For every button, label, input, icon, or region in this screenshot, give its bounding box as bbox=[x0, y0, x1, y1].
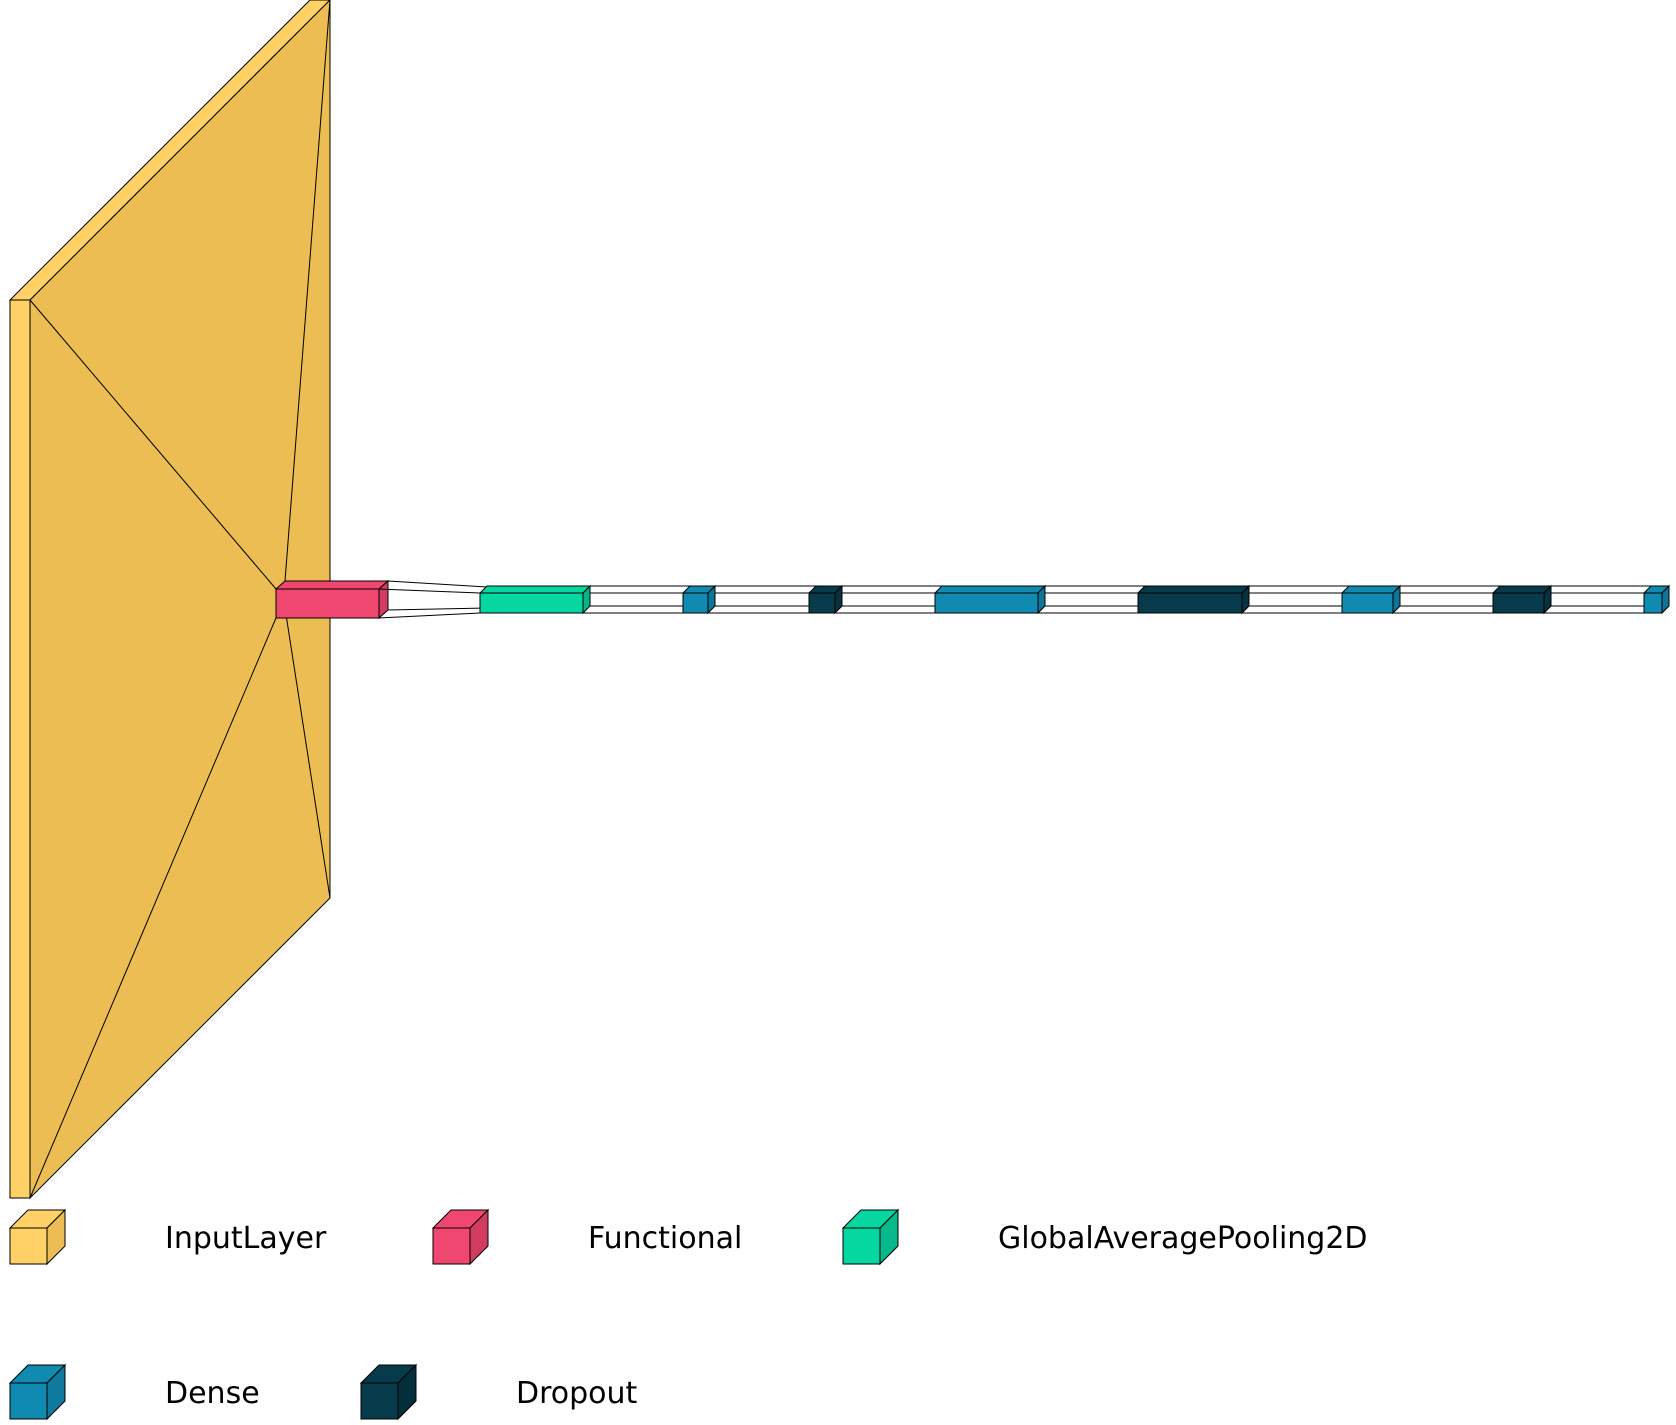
globalaveragepooling2d-front-face bbox=[479, 592, 584, 614]
dropout-top-face bbox=[1136, 585, 1251, 594]
legend: InputLayer Functional GlobalAveragePooli… bbox=[8, 1208, 1368, 1421]
functional-layer-block bbox=[274, 579, 390, 620]
dropout-front-face bbox=[1137, 592, 1243, 614]
dropout-top-face bbox=[1491, 585, 1553, 594]
connector-line bbox=[378, 612, 481, 619]
inputlayer-legend-cube-front bbox=[9, 1227, 48, 1265]
legend-label-dense: Dense bbox=[165, 1376, 260, 1411]
dense-layer-block bbox=[1642, 584, 1671, 615]
layer-chain bbox=[478, 584, 1671, 615]
dense-layer-block bbox=[933, 584, 1047, 615]
connector-line bbox=[387, 580, 488, 588]
legend-item-inputlayer: InputLayer bbox=[8, 1208, 327, 1266]
legend-label-globalaveragepooling2d: GlobalAveragePooling2D bbox=[998, 1221, 1368, 1256]
dropout-front-face bbox=[808, 592, 836, 614]
connector-line bbox=[387, 607, 488, 611]
functional-legend-cube-front bbox=[432, 1227, 471, 1265]
functional-front-face bbox=[275, 588, 380, 619]
legend-label-dropout: Dropout bbox=[516, 1376, 638, 1411]
connector-line bbox=[378, 588, 481, 594]
dense-top-face bbox=[933, 585, 1047, 594]
legend-item-dense: Dense bbox=[8, 1363, 260, 1421]
legend-item-dropout: Dropout bbox=[359, 1363, 638, 1421]
dense-top-face bbox=[1340, 585, 1402, 594]
dense-front-face bbox=[934, 592, 1039, 614]
dropout-layer-block bbox=[1136, 584, 1251, 615]
dropout-legend-cube-front bbox=[360, 1382, 399, 1420]
functional-to-pooling-connectors bbox=[378, 580, 488, 619]
functional-top-face bbox=[274, 580, 390, 590]
legend-item-functional: Functional bbox=[431, 1208, 742, 1266]
globalaveragepooling2d-layer-block bbox=[478, 584, 592, 615]
globalaveragepooling2d-top-face bbox=[478, 585, 592, 594]
legend-item-globalaveragepooling2d: GlobalAveragePooling2D bbox=[841, 1208, 1368, 1266]
legend-label-inputlayer: InputLayer bbox=[165, 1221, 327, 1256]
pooling-legend-cube-front bbox=[842, 1227, 881, 1265]
dense-legend-cube-front bbox=[9, 1382, 48, 1420]
dense-front-face bbox=[1341, 592, 1394, 614]
dense-front-face bbox=[1643, 592, 1663, 614]
dropout-layer-block bbox=[807, 584, 844, 615]
dense-layer-block bbox=[681, 584, 717, 615]
dropout-layer-block bbox=[1491, 584, 1553, 615]
dense-layer-block bbox=[1340, 584, 1402, 615]
dense-front-face bbox=[682, 592, 709, 614]
network-architecture-diagram: InputLayer Functional GlobalAveragePooli… bbox=[8, 0, 1671, 1421]
legend-label-functional: Functional bbox=[588, 1221, 742, 1256]
dropout-front-face bbox=[1492, 592, 1545, 614]
input-layer-front-face bbox=[9, 299, 31, 1199]
